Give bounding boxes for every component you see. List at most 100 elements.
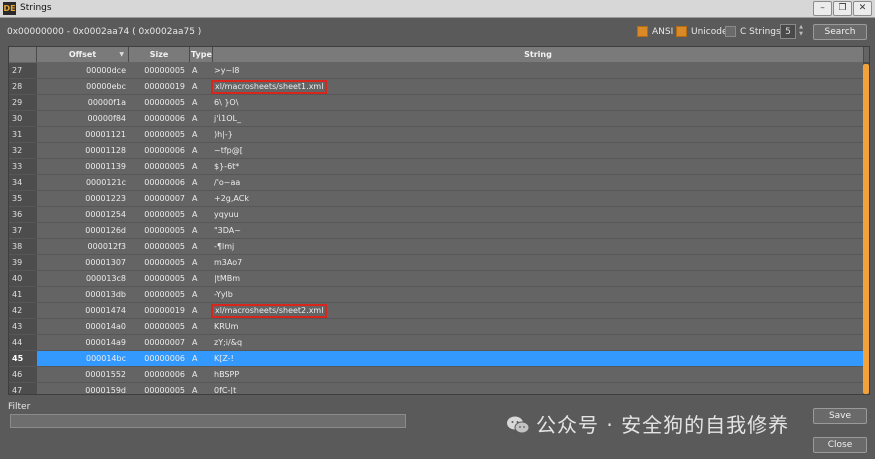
table-row[interactable]: 27 00000dce 00000005 A >y~l8 (9, 63, 864, 79)
offset-cell: 00000dce (86, 66, 126, 75)
string-cell: xl/macrosheets/sheet1.xml (211, 79, 814, 94)
type-cell: A (192, 290, 198, 299)
maximize-button[interactable]: ❐ (833, 1, 852, 16)
size-cell: 00000007 (144, 338, 185, 347)
string-value: 6\ }O\ (214, 98, 239, 107)
type-cell: A (192, 178, 198, 187)
size-cell: 00000005 (144, 274, 185, 283)
row-cells: 00001121 00000005 A)h|-} (37, 127, 864, 142)
row-number: 42 (9, 303, 37, 318)
string-header[interactable]: String (213, 47, 864, 62)
size-header[interactable]: Size (129, 47, 190, 62)
offset-cell: 000014bc (85, 354, 126, 363)
watermark: 公众号 · 安全狗的自我修养 (506, 412, 789, 438)
table-row[interactable]: 42 00001474 00000019 Axl/macrosheets/sheet2… (9, 303, 864, 319)
offset-cell: 00001307 (85, 258, 126, 267)
table-row[interactable]: 35 00001223 00000007 A +2g,ACk (9, 191, 864, 207)
offset-cell: 00001139 (85, 162, 126, 171)
string-cell: xl/macrosheets/sheet2.xml (211, 303, 814, 318)
table-row[interactable]: 46 00001552 00000006 A hBSPP (9, 367, 864, 383)
string-value: zY;i/&q (214, 338, 243, 347)
row-cells: 00000f1a 00000005 A 6\ }O\ (37, 95, 864, 110)
table-row[interactable]: 32 00001128 00000006 A ~tfp@[ (9, 143, 864, 159)
offset-cell: 00001128 (85, 146, 126, 155)
string-cell: yqyuu (214, 207, 814, 222)
string-cell: -¶lmj (214, 239, 814, 254)
close-button[interactable]: Close (813, 437, 867, 453)
close-window-button[interactable]: ✕ (853, 1, 872, 16)
row-number: 28 (9, 79, 37, 94)
string-cell: 0fC-|t (214, 383, 814, 395)
string-value: 0fC-|t (214, 386, 237, 395)
type-cell: A (192, 226, 198, 235)
wechat-icon (506, 415, 530, 435)
string-value: >y~l8 (214, 66, 240, 75)
offset-header[interactable]: Offset ▼ (37, 47, 129, 62)
table-row[interactable]: 39 00001307 00000005 Am3Ao7 (9, 255, 864, 271)
save-button[interactable]: Save (813, 408, 867, 424)
type-cell: A (192, 386, 198, 395)
type-cell: A (192, 194, 198, 203)
offset-cell: 000013c8 (85, 274, 126, 283)
offset-cell: 00001474 (85, 306, 126, 315)
type-cell: A (192, 98, 198, 107)
row-cells: 00001474 00000019 Axl/macrosheets/sheet2.x… (37, 303, 864, 318)
offset-cell: 000012f3 (87, 242, 126, 251)
size-cell: 00000005 (144, 226, 185, 235)
table-row[interactable]: 34 0000121c 00000006 A /'o~aa (9, 175, 864, 191)
table-row[interactable]: 33 00001139 00000005 A $}-6t* (9, 159, 864, 175)
offset-cell: 00000f84 (87, 114, 126, 123)
table-row[interactable]: 41 000013db 00000005 A -Yylb (9, 287, 864, 303)
type-header[interactable]: Type (190, 47, 213, 62)
row-number: 37 (9, 223, 37, 238)
cstrings-label: C Strings (740, 27, 781, 37)
row-number: 38 (9, 239, 37, 254)
vertical-scrollbar[interactable] (863, 62, 869, 394)
string-cell: hBSPP (214, 367, 814, 382)
scrollbar-thumb[interactable] (863, 64, 869, 394)
table-row[interactable]: 45 000014bc 00000006 A K[Z-! (9, 351, 864, 367)
ansi-checkbox[interactable] (637, 26, 648, 37)
table-row[interactable]: 30 00000f84 00000006 Aj'ἰ1OL_ (9, 111, 864, 127)
offset-header-label: Offset (68, 50, 97, 59)
string-cell: )h|-} (214, 127, 814, 142)
offset-cell: 00000f1a (87, 98, 126, 107)
table-row[interactable]: 28 00000ebc 00000019 Axl/macrosheets/sheet1… (9, 79, 864, 95)
offset-cell: 00001121 (85, 130, 126, 139)
toolbar: 0x00000000 - 0x0002aa74 ( 0x0002aa75 ) A… (0, 18, 875, 44)
row-cells: 000014a9 00000007 AzY;i/&q (37, 335, 864, 350)
table-row[interactable]: 40 000013c8 00000005 A |tMBm (9, 271, 864, 287)
size-cell: 00000019 (144, 82, 185, 91)
size-cell: 00000005 (144, 66, 185, 75)
row-cells: 00000f84 00000006 Aj'ἰ1OL_ (37, 111, 864, 126)
type-cell: A (192, 114, 198, 123)
string-cell: -Yylb (214, 287, 814, 302)
table-row[interactable]: 38 000012f3 00000005 A -¶lmj (9, 239, 864, 255)
table-row[interactable]: 29 00000f1a 00000005 A 6\ }O\ (9, 95, 864, 111)
table-row[interactable]: 36 00001254 00000005 Ayqyuu (9, 207, 864, 223)
spin-arrows-icon[interactable]: ▲ ▼ (797, 24, 805, 39)
table-row[interactable]: 37 0000126d 00000005 A "3DA~ (9, 223, 864, 239)
filter-input[interactable] (10, 414, 406, 428)
row-number: 30 (9, 111, 37, 126)
unicode-checkbox[interactable] (676, 26, 687, 37)
search-button[interactable]: Search (813, 24, 867, 40)
table-row[interactable]: 44 000014a9 00000007 AzY;i/&q (9, 335, 864, 351)
min-length-spinbox[interactable]: 5 (780, 24, 796, 39)
string-cell: j'ἰ1OL_ (214, 111, 814, 126)
type-cell: A (192, 130, 198, 139)
table-row[interactable]: 31 00001121 00000005 A)h|-} (9, 127, 864, 143)
string-cell: |tMBm (214, 271, 814, 286)
highlighted-string: xl/macrosheets/sheet1.xml (211, 80, 328, 94)
type-cell: A (192, 258, 198, 267)
table-row[interactable]: 47 0000159d 00000005 A 0fC-|t (9, 383, 864, 395)
window-title: Strings (20, 3, 52, 13)
string-value: K[Z-! (214, 354, 234, 363)
table-row[interactable]: 43 000014a0 00000005 A KRUm (9, 319, 864, 335)
minimize-button[interactable]: – (813, 1, 832, 16)
cstrings-checkbox[interactable] (725, 26, 736, 37)
string-value: "3DA~ (214, 226, 241, 235)
offset-cell: 000014a9 (85, 338, 126, 347)
type-cell: A (192, 242, 198, 251)
type-cell: A (192, 338, 198, 347)
